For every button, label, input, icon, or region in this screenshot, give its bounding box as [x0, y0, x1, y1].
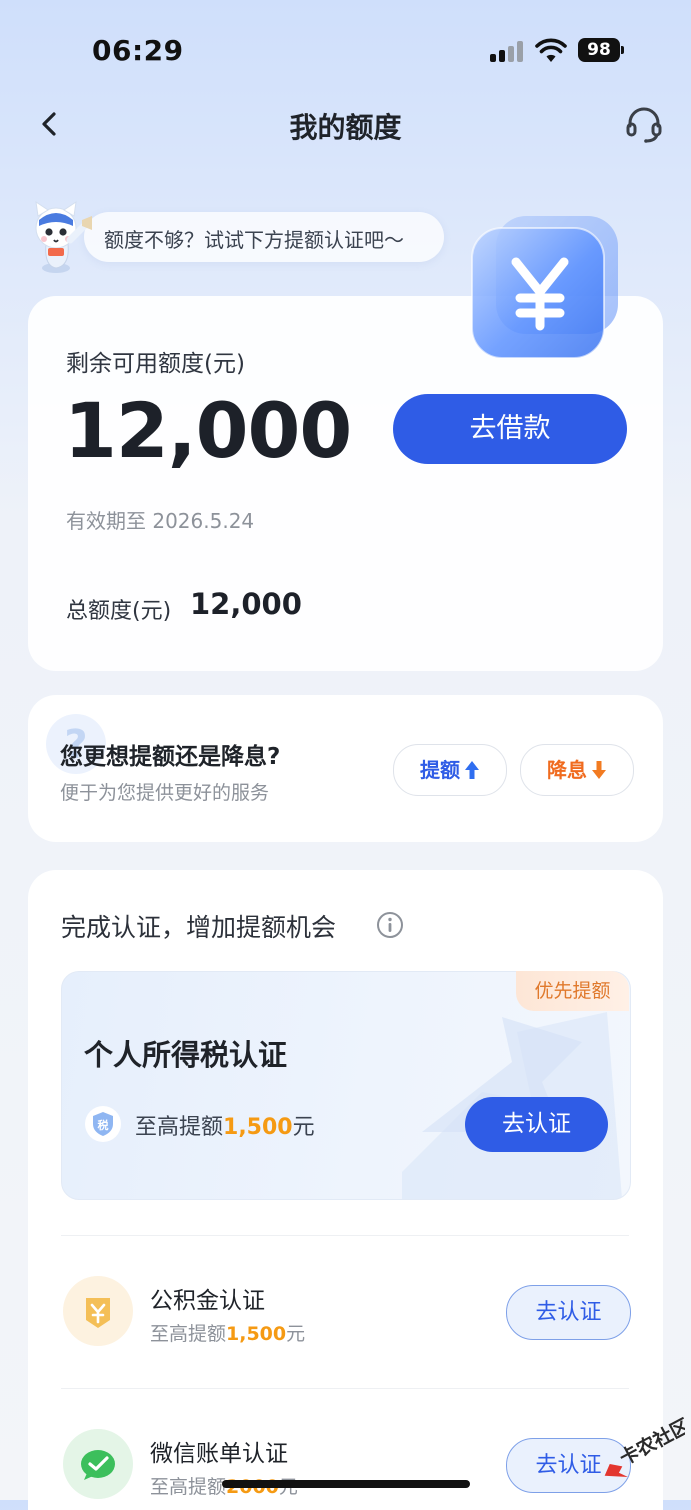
home-indicator — [222, 1480, 470, 1488]
housing-fund-limit: 至高提额1,500元 — [150, 1323, 306, 1345]
verify-housing-fund-button[interactable]: 去认证 — [506, 1285, 631, 1340]
headset-icon[interactable] — [622, 102, 666, 146]
preference-title: 您更想提额还是降息? — [60, 744, 281, 770]
priority-badge: 优先提额 — [516, 971, 629, 1011]
total-credit-amount: 12,000 — [190, 587, 302, 621]
wechat-icon — [63, 1429, 133, 1499]
raise-limit-button[interactable]: 提额 — [393, 744, 507, 796]
wifi-icon — [535, 38, 567, 62]
divider — [61, 1235, 629, 1236]
status-time: 06:29 — [92, 34, 184, 67]
yen-icon — [471, 216, 618, 359]
tax-shield-icon: 税 — [85, 1106, 121, 1142]
arrow-down-icon — [592, 761, 606, 779]
divider — [61, 1388, 629, 1389]
housing-fund-title: 公积金认证 — [150, 1288, 265, 1314]
watermark-logo: 卡农社区 — [604, 1414, 685, 1477]
raise-limit-label: 提额 — [420, 758, 460, 782]
borrow-button[interactable]: 去借款 — [393, 394, 627, 464]
page-title: 我的额度 — [289, 111, 402, 144]
certification-title: 完成认证，增加提额机会 — [61, 913, 337, 942]
svg-text:税: 税 — [98, 1118, 109, 1132]
validity-date: 有效期至 2026.5.24 — [66, 509, 255, 533]
arrow-up-icon — [465, 761, 479, 779]
total-credit-label: 总额度(元) — [66, 599, 172, 624]
tax-limit-amount: 1,500 — [223, 1115, 293, 1140]
lower-interest-label: 降息 — [547, 758, 587, 782]
wechat-bill-title: 微信账单认证 — [150, 1441, 288, 1467]
housing-fund-icon — [63, 1276, 133, 1346]
tip-bubble: 额度不够？试试下方提额认证吧～ — [84, 212, 444, 262]
available-credit-amount: 12,000 — [64, 386, 352, 475]
preference-subtitle: 便于为您提供更好的服务 — [60, 782, 270, 804]
info-icon[interactable] — [376, 911, 404, 939]
lower-interest-button[interactable]: 降息 — [520, 744, 634, 796]
tip-text: 额度不够？试试下方提额认证吧～ — [104, 228, 404, 252]
tax-limit-text: 至高提额1,500元 — [135, 1115, 315, 1140]
mascot-illustration — [35, 200, 92, 273]
battery-level: 98 — [578, 38, 620, 62]
available-credit-label: 剩余可用额度(元) — [66, 351, 245, 377]
battery-icon: 98 — [578, 38, 626, 64]
tax-certification-title: 个人所得税认证 — [84, 1038, 288, 1072]
svg-text:卡农社区: 卡农社区 — [616, 1414, 685, 1470]
cellular-signal-icon — [490, 40, 526, 62]
verify-tax-button[interactable]: 去认证 — [465, 1097, 608, 1152]
